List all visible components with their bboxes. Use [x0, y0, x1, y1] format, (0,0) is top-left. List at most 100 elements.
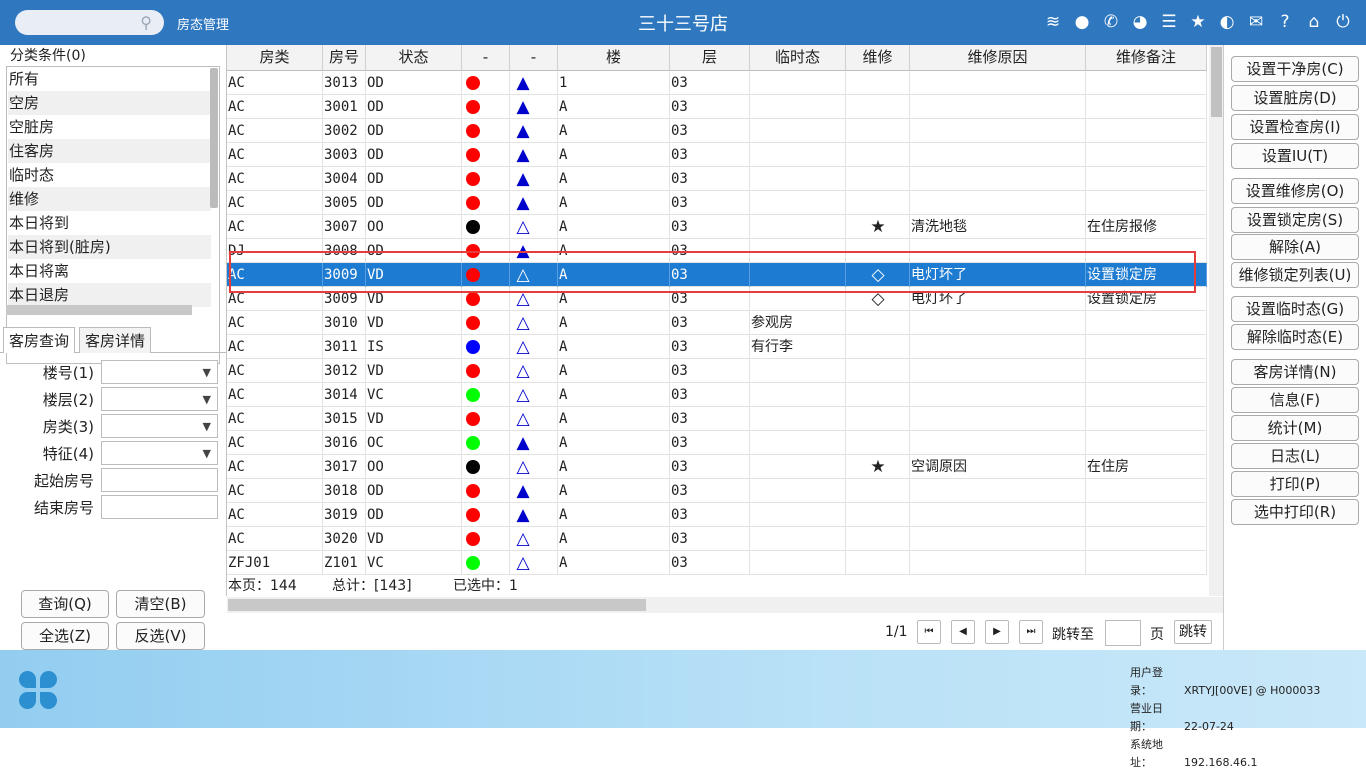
table-row[interactable]: AC 3017 OO △ A 03 ★ 空调原因 在住房 — [227, 455, 1207, 479]
col-building-header[interactable]: 楼 — [558, 45, 670, 71]
repair-reason-cell — [910, 167, 1086, 191]
release-button[interactable]: 解除(A) — [1231, 234, 1359, 260]
last-page-button[interactable]: ⏭ — [1019, 620, 1043, 644]
jump-button[interactable]: 跳转 — [1174, 620, 1212, 644]
tab-room-detail[interactable]: 客房详情 — [79, 327, 152, 353]
category-hscrollbar[interactable] — [6, 305, 192, 315]
category-item[interactable]: 所有 — [8, 67, 211, 91]
mail-icon[interactable]: ✉ — [1245, 11, 1267, 33]
clean-shape-cell: △ — [510, 215, 558, 239]
feature-select[interactable]: ▼ — [101, 441, 218, 465]
floor-cell: 03 — [670, 311, 750, 335]
category-item[interactable]: 本日退房 — [8, 283, 211, 307]
room-grid[interactable]: 房类 房号 状态 - - 楼层临时态 维修 维修原因 维修备注 AC 3013 OD ▲ 1 03 AC 30… — [226, 45, 1224, 613]
col-repair-reason-header[interactable]: 维修原因 — [910, 45, 1086, 71]
table-row[interactable]: AC 3005 OD ▲ A 03 — [227, 191, 1207, 215]
category-scrollbar[interactable] — [210, 68, 218, 208]
theme-icon[interactable]: ◐ — [1216, 11, 1238, 33]
phone-icon[interactable]: ✆ — [1100, 11, 1122, 33]
release-temp-status-button[interactable]: 解除临时态(E) — [1231, 324, 1359, 350]
set-iu-button[interactable]: 设置IU(T) — [1231, 143, 1359, 169]
table-row[interactable]: AC 3016 OC ▲ A 03 — [227, 431, 1207, 455]
search-icon[interactable]: ⚲ — [140, 13, 152, 32]
table-row[interactable]: AC 3001 OD ▲ A 03 — [227, 95, 1207, 119]
palette-icon[interactable]: ◕ — [1129, 11, 1151, 33]
col-room-type-header[interactable]: 房类 — [227, 45, 323, 71]
repair-lock-list-button[interactable]: 维修锁定列表(U) — [1231, 262, 1359, 288]
col-shape-header[interactable]: - — [510, 45, 558, 71]
table-row[interactable]: AC 3002 OD ▲ A 03 — [227, 119, 1207, 143]
info-button[interactable]: 信息(F) — [1231, 387, 1359, 413]
start-room-input[interactable] — [101, 468, 218, 492]
category-item[interactable]: 住客房 — [8, 139, 211, 163]
chat-icon[interactable]: ● — [1071, 11, 1093, 33]
col-repair-header[interactable]: 维修 — [846, 45, 910, 71]
set-locked-button[interactable]: 设置锁定房(S) — [1231, 207, 1359, 233]
wifi-icon[interactable]: ≋ — [1042, 11, 1064, 33]
category-list[interactable]: 所有 空房 空脏房 住客房 临时态 维修 本日将到 本日将到(脏房) 本日将离 … — [6, 66, 220, 364]
first-page-button[interactable]: ⏮ — [917, 620, 941, 644]
statistics-button[interactable]: 统计(M) — [1231, 415, 1359, 441]
end-room-input[interactable] — [101, 495, 218, 519]
invert-selection-button[interactable]: 反选(V) — [116, 622, 205, 650]
category-item[interactable]: 维修 — [8, 187, 211, 211]
set-dirty-button[interactable]: 设置脏房(D) — [1231, 85, 1359, 111]
menu-icon[interactable]: ☰ — [1158, 11, 1180, 33]
set-inspect-button[interactable]: 设置检查房(I) — [1231, 114, 1359, 140]
category-item[interactable]: 临时态 — [8, 163, 211, 187]
table-row[interactable]: AC 3004 OD ▲ A 03 — [227, 167, 1207, 191]
col-repair-note-header[interactable]: 维修备注 — [1086, 45, 1207, 71]
grid-hscroll-thumb[interactable] — [228, 599, 646, 611]
table-row[interactable]: AC 3012 VD △ A 03 — [227, 359, 1207, 383]
col-temp-status-header[interactable]: 临时态 — [750, 45, 846, 71]
search-input[interactable]: ⚲ — [15, 10, 164, 35]
grid-vscroll-thumb[interactable] — [1211, 47, 1222, 117]
table-row[interactable]: AC 3019 OD ▲ A 03 — [227, 503, 1207, 527]
table-row[interactable]: AC 3007 OO △ A 03 ★ 清洗地毯 在住房报修 — [227, 215, 1207, 239]
table-row[interactable]: ZFJ01 Z101 VC △ A 03 — [227, 551, 1207, 575]
col-color-header[interactable]: - — [462, 45, 510, 71]
set-temp-status-button[interactable]: 设置临时态(G) — [1231, 296, 1359, 322]
table-row[interactable]: AC 3020 VD △ A 03 — [227, 527, 1207, 551]
table-row[interactable]: AC 3013 OD ▲ 1 03 — [227, 71, 1207, 95]
room-detail-button[interactable]: 客房详情(N) — [1231, 359, 1359, 385]
grid-hscrollbar[interactable] — [227, 597, 1224, 613]
star-icon[interactable]: ★ — [1187, 11, 1209, 33]
building-cell: A — [558, 119, 670, 143]
jump-page-input[interactable] — [1105, 620, 1141, 646]
category-item[interactable]: 空脏房 — [8, 115, 211, 139]
query-button[interactable]: 查询(Q) — [21, 590, 109, 618]
table-row[interactable]: AC 3018 OD ▲ A 03 — [227, 479, 1207, 503]
table-row[interactable]: AC 3011 IS △ A 03 有行李 — [227, 335, 1207, 359]
set-repair-button[interactable]: 设置维修房(O) — [1231, 178, 1359, 204]
prev-page-button[interactable]: ◀ — [951, 620, 975, 644]
table-row[interactable]: AC 3010 VD △ A 03 参观房 — [227, 311, 1207, 335]
next-page-button[interactable]: ▶ — [985, 620, 1009, 644]
room-type-select[interactable]: ▼ — [101, 414, 218, 438]
category-item[interactable]: 本日将到(脏房) — [8, 235, 211, 259]
building-select[interactable]: ▼ — [101, 360, 218, 384]
print-button[interactable]: 打印(P) — [1231, 471, 1359, 497]
set-clean-button[interactable]: 设置干净房(C) — [1231, 56, 1359, 82]
table-row[interactable]: AC 3015 VD △ A 03 — [227, 407, 1207, 431]
tab-room-query[interactable]: 客房查询 — [3, 327, 76, 353]
table-row[interactable]: AC 3003 OD ▲ A 03 — [227, 143, 1207, 167]
col-floor-header[interactable]: 层 — [670, 45, 750, 71]
select-all-button[interactable]: 全选(Z) — [21, 622, 109, 650]
category-item[interactable]: 本日将离 — [8, 259, 211, 283]
col-status-header[interactable]: 状态 — [366, 45, 462, 71]
help-icon[interactable]: ? — [1274, 11, 1296, 33]
table-row[interactable]: AC 3014 VC △ A 03 — [227, 383, 1207, 407]
room-type-cell: ZFJ01 — [227, 551, 323, 575]
print-selected-button[interactable]: 选中打印(R) — [1231, 499, 1359, 525]
floor-select[interactable]: ▼ — [101, 387, 218, 411]
category-item[interactable]: 空房 — [8, 91, 211, 115]
grid-vscrollbar[interactable] — [1209, 45, 1224, 596]
log-button[interactable]: 日志(L) — [1231, 443, 1359, 469]
category-item[interactable]: 本日将到 — [8, 211, 211, 235]
repair-note-cell — [1086, 359, 1207, 383]
power-icon[interactable]: ⏻ — [1332, 11, 1354, 33]
home-icon[interactable]: ⌂ — [1303, 11, 1325, 33]
col-room-number-header[interactable]: 房号 — [323, 45, 366, 71]
clear-button[interactable]: 清空(B) — [116, 590, 205, 618]
